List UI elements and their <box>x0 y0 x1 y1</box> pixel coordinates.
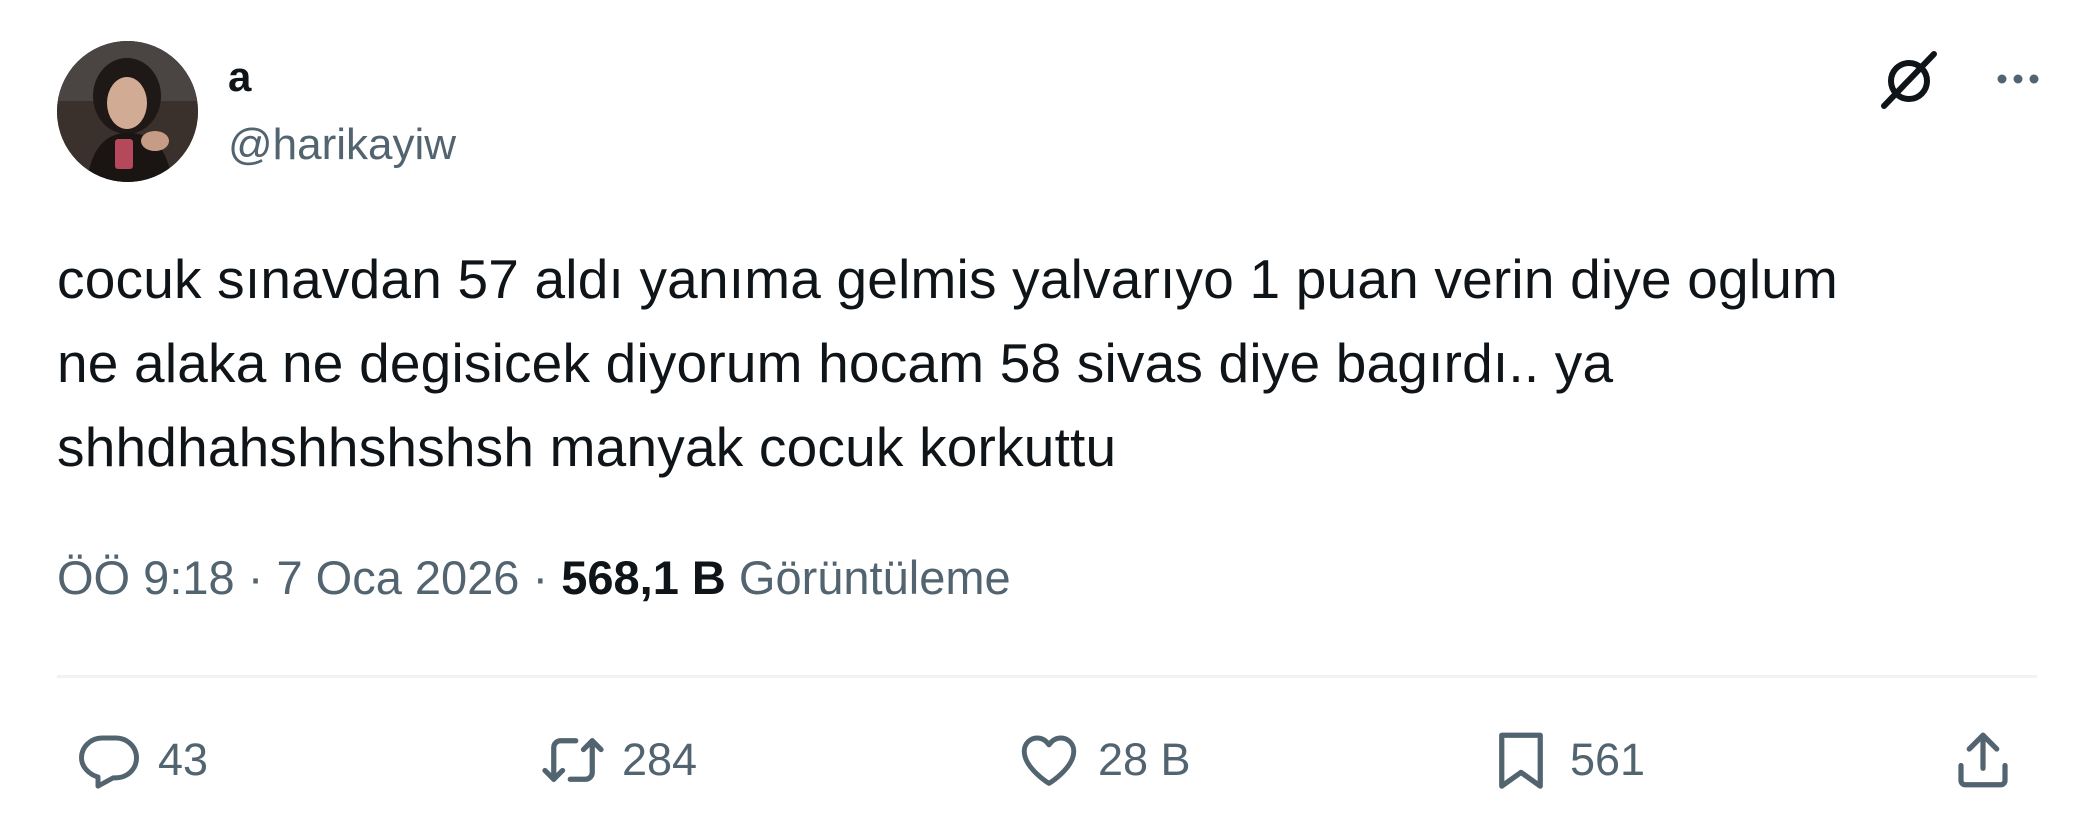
tweet-text: cocuk sınavdan 57 aldı yanıma gelmis yal… <box>57 248 1839 478</box>
author-handle[interactable]: @harikayiw <box>228 118 456 172</box>
reply-icon <box>76 727 142 793</box>
avatar-photo <box>57 41 198 182</box>
action-bar: 43 284 28 B 561 <box>0 720 2094 800</box>
avatar[interactable] <box>57 41 198 182</box>
tweet-top-actions <box>1878 48 2044 110</box>
author-display-name[interactable]: a <box>228 52 251 102</box>
tweet-date[interactable]: 7 Oca 2026 <box>276 551 519 604</box>
reply-button[interactable]: 43 <box>76 720 208 800</box>
bookmark-count: 561 <box>1570 734 1646 785</box>
bookmark-button[interactable]: 561 <box>1488 720 1645 800</box>
meta-separator: · <box>532 551 549 604</box>
divider <box>57 675 2037 678</box>
share-button[interactable] <box>1950 720 2016 800</box>
grok-icon[interactable] <box>1878 48 1940 110</box>
like-icon <box>1016 727 1082 793</box>
retweet-icon <box>540 727 606 793</box>
retweet-count: 284 <box>622 734 698 785</box>
tweet-time[interactable]: ÖÖ 9:18 <box>57 551 235 604</box>
tweet-card: a @harikayiw cocuk sınavdan 57 aldı yanı… <box>0 0 2094 818</box>
views-label: Görüntüleme <box>738 551 1011 604</box>
bookmark-icon <box>1488 727 1554 793</box>
retweet-button[interactable]: 284 <box>540 720 697 800</box>
like-button[interactable]: 28 B <box>1016 720 1191 800</box>
more-icon[interactable] <box>1992 53 2044 105</box>
share-icon <box>1950 727 2016 793</box>
views-count: 568,1 B <box>561 551 726 604</box>
tweet-meta: ÖÖ 9:18 · 7 Oca 2026 · 568,1 B Görüntüle… <box>57 550 1011 606</box>
like-count: 28 B <box>1098 734 1191 785</box>
reply-count: 43 <box>158 734 209 785</box>
meta-separator: · <box>247 551 264 604</box>
